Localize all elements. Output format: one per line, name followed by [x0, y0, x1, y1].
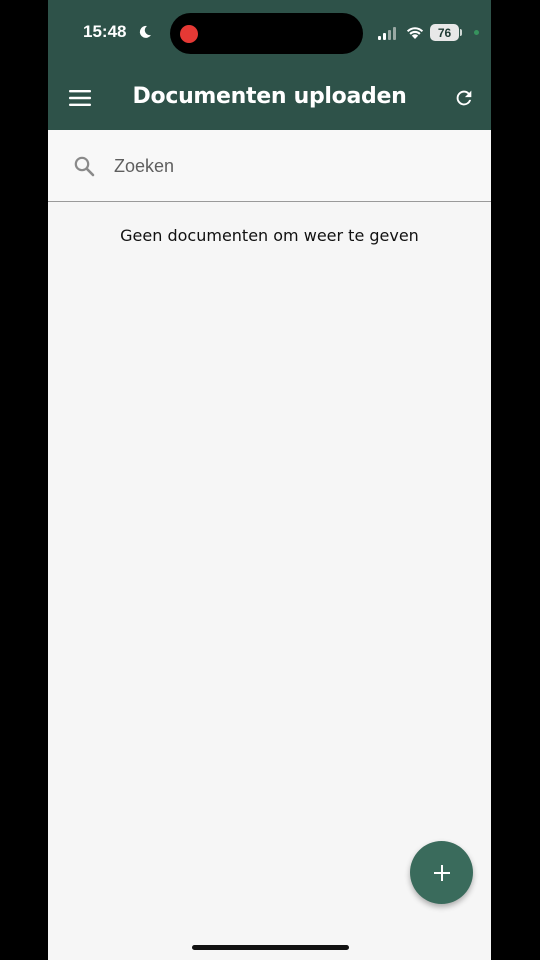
- refresh-button[interactable]: [448, 82, 480, 114]
- status-bar: 15:48 76: [48, 0, 491, 66]
- home-indicator: [192, 945, 349, 950]
- wifi-icon: [406, 27, 424, 39]
- battery-tip: [460, 29, 462, 36]
- empty-state-message: Geen documenten om weer te geven: [120, 226, 419, 245]
- search-icon: [74, 156, 95, 177]
- refresh-icon: [456, 90, 472, 106]
- status-time: 15:48: [83, 22, 127, 41]
- search-input[interactable]: [114, 148, 464, 184]
- menu-button[interactable]: [64, 82, 96, 114]
- plus-icon: [433, 864, 450, 881]
- dynamic-island: [170, 13, 363, 54]
- search-bar: [48, 130, 491, 202]
- battery-icon: 76: [430, 24, 459, 41]
- page-title: Documenten uploaden: [132, 84, 407, 109]
- add-document-button[interactable]: [410, 841, 473, 904]
- signal-icon: [378, 27, 396, 40]
- recording-indicator-icon: [180, 25, 198, 43]
- privacy-indicator-icon: [474, 30, 479, 35]
- app-bar: Documenten uploaden: [48, 66, 491, 130]
- moon-icon: [139, 25, 151, 38]
- battery-level: 76: [437, 25, 452, 40]
- phone-screen: 15:48 76 Documenten uploaden Zoeken Geen…: [48, 0, 491, 960]
- hamburger-menu-icon: [69, 90, 91, 106]
